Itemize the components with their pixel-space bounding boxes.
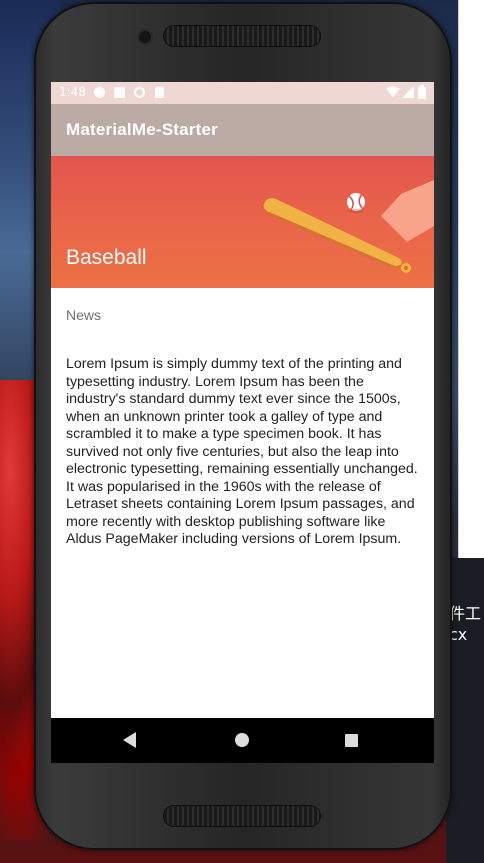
- sync-icon: [134, 87, 145, 98]
- battery-icon: [418, 85, 426, 99]
- home-icon[interactable]: [235, 733, 249, 747]
- navigation-bar: [51, 718, 434, 763]
- recents-icon[interactable]: [345, 734, 358, 747]
- signal-icon: [402, 86, 414, 98]
- status-bar: 1:48: [51, 82, 434, 104]
- camera-icon: [139, 31, 151, 43]
- status-time: 1:48: [59, 85, 86, 99]
- sd-card-icon: [155, 87, 164, 98]
- sport-detail-text: Lorem Ipsum is simply dummy text of the …: [66, 356, 418, 547]
- sport-header-image: Baseball: [51, 156, 434, 288]
- play-icon: [94, 87, 105, 98]
- baseball-icon: [347, 193, 365, 213]
- background-window: [458, 0, 484, 558]
- wifi-icon: [386, 86, 400, 97]
- sport-title: Baseball: [66, 246, 147, 269]
- top-speaker: [164, 26, 320, 46]
- back-icon[interactable]: [123, 732, 136, 748]
- base-plate-shape: [381, 180, 434, 242]
- app-bar: MaterialMe-Starter: [51, 104, 434, 156]
- device-screen: 1:48 MaterialMe-Starter Baseball News Lo…: [51, 82, 434, 763]
- bottom-speaker: [164, 806, 320, 826]
- sport-subtitle: News: [66, 307, 102, 323]
- desktop-label-1: 件工: [449, 604, 482, 623]
- notification-icon: [114, 87, 125, 98]
- app-title: MaterialMe-Starter: [66, 120, 218, 139]
